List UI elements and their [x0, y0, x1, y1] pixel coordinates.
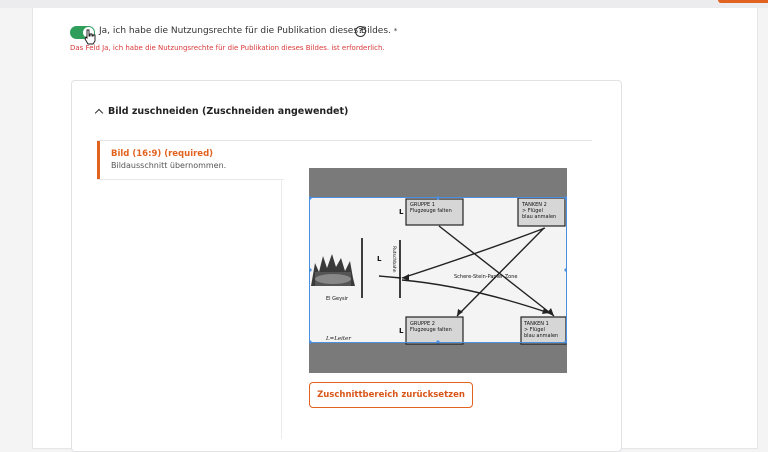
tab-column-divider [281, 179, 282, 439]
geysir-label: El Geysir [326, 296, 349, 302]
ladder-marker-lower: L [399, 327, 404, 335]
top-bar-shadow [0, 0, 768, 8]
top-right-accent [718, 0, 768, 3]
crop-image-editor[interactable]: GRUPPE 1 Flugzeuge falten L TANKEN 2 > F… [309, 168, 567, 373]
tanken1-box: TANKEN 1 > Flügel blau anmalen [520, 316, 567, 345]
consent-label-text: Ja, ich habe die Nutzungsrechte für die … [99, 26, 391, 36]
reset-crop-button[interactable]: Zuschnittbereich zurücksetzen [309, 382, 473, 408]
consent-label: Ja, ich habe die Nutzungsrechte für die … [99, 25, 397, 37]
tanken2-line2: blau anmalen [522, 214, 556, 220]
tanken1-line2: blau anmalen [524, 333, 558, 339]
crop-panel-title: Bild zuschneiden (Zuschneiden angewendet… [108, 105, 349, 117]
tanken2-box: TANKEN 2 > Flügel blau anmalen [517, 197, 566, 227]
chevron-up-icon [94, 108, 104, 117]
crop-panel-header[interactable]: Bild zuschneiden (Zuschneiden angewendet… [94, 104, 396, 118]
zone-label: Schere-Stein-Papier Zone [454, 274, 517, 280]
tab-bild-16-9[interactable]: Bild (16:9) (required) Bildausschnitt üb… [97, 141, 284, 179]
required-mark: * [393, 27, 398, 35]
slide-label: Rutschbahn [391, 246, 397, 273]
help-icon[interactable]: ? [355, 26, 366, 37]
group1-box: GRUPPE 1 Flugzeuge falten [405, 198, 464, 226]
group2-box: GRUPPE 2 Flugzeuge falten [405, 316, 464, 345]
ladder-legend: L=Leiter [325, 336, 351, 342]
ladder-marker: L [399, 208, 404, 216]
group1-sub: Flugzeuge falten [410, 208, 452, 214]
consent-error-message: Das Feld Ja, ich habe die Nutzungsrechte… [70, 44, 385, 52]
group2-sub: Flugzeuge falten [410, 327, 452, 333]
ladder-marker-slide: L [377, 255, 382, 263]
tab-subtitle: Bildausschnitt übernommen. [111, 161, 227, 170]
tab-title: Bild (16:9) (required) [111, 149, 214, 159]
